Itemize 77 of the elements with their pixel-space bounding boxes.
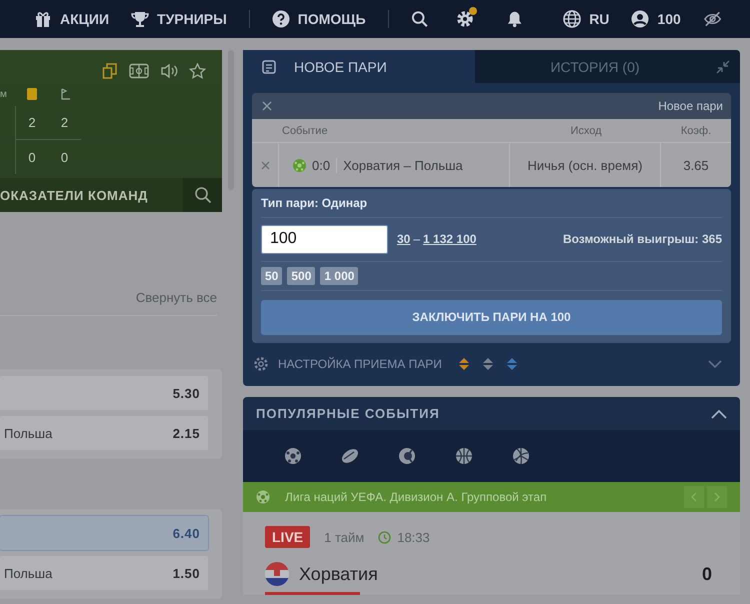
odds-button[interactable]: Польша 2.15 [0,416,208,450]
team-name: Хорватия [299,564,378,584]
search-icon[interactable] [410,10,428,28]
team-score: 0 [702,564,713,584]
card-title: Новое пари [658,99,723,114]
eye-hidden-icon[interactable] [702,10,722,28]
column-header: Событие [281,124,329,137]
place-bet-button[interactable]: ЗАКЛЮЧИТЬ ПАРИ НА 100 [261,300,722,335]
min-stake-link[interactable]: 30 [397,232,410,246]
collapse-arrows-icon[interactable] [715,58,731,75]
soccer-ball-icon [293,159,306,172]
volleyball-icon[interactable] [512,447,530,465]
column-header: м [0,88,8,102]
column-header: Коэф. [680,124,712,137]
league-name: Лига наций УЕФА. Дивизион А. Групповой этап [285,490,547,504]
up-down-arrows-icon[interactable] [506,356,518,372]
match-period: 1 тайм [324,530,364,544]
odds-value: 6.40 [172,526,200,540]
bet-type-label: Тип пари: Одинар [261,194,368,212]
soccer-ball-icon [256,490,270,504]
tennis-ball-icon[interactable] [398,447,416,465]
user-icon [631,10,650,28]
outcome-cell: Ничья (осн. время) [509,143,660,187]
clock-icon [378,530,392,544]
copy-icon[interactable] [102,63,118,79]
hockey-puck-icon[interactable] [341,447,359,465]
possible-win: Возможный выигрыш: 365 [562,232,722,246]
settings-label: НАСТРОЙКА ПРИЕМА ПАРИ [278,357,442,372]
star-icon[interactable] [189,63,206,79]
odds-value: 5.30 [172,386,200,400]
event-name: Хорватия – Польша [343,158,463,174]
score-value: 0 [60,148,70,166]
odds-button[interactable]: Польша 1.50 [0,556,208,590]
odds-button[interactable]: 6.40 [0,516,208,550]
range-dash: – [413,232,420,246]
odds-value: 1.50 [172,566,200,580]
section-title: ПОПУЛЯРНЫЕ СОБЫТИЯ [256,406,440,421]
score-value: 2 [15,106,48,140]
globe-icon [563,10,582,28]
language-selector[interactable]: RU [563,10,610,28]
nav-link[interactable]: АКЦИИ [34,10,110,28]
column-header: Исход [569,124,603,137]
nav-link[interactable]: ТУРНИРЫ [131,10,227,28]
chevron-down-icon[interactable] [708,360,722,369]
flag-icon [265,562,289,586]
stake-input[interactable]: 100 [261,224,388,254]
score-value: 2 [48,106,81,140]
chevron-up-icon[interactable] [711,408,727,418]
basketball-icon[interactable] [455,447,473,465]
outcome-label: Польша [4,426,52,440]
gift-icon [34,10,52,28]
card-icon [26,88,36,100]
gear-icon[interactable] [253,356,269,372]
corner-flag-icon [60,88,70,100]
up-down-arrows-icon[interactable] [482,356,494,372]
coupon-icon [262,60,276,74]
close-icon[interactable] [262,101,272,112]
bell-icon[interactable] [506,10,524,28]
odds-button[interactable]: 5.30 [0,376,208,410]
match-time: 18:33 [397,530,430,544]
match-score: 0:0 [312,158,338,174]
outcome-label: Польша [4,566,52,580]
odds-cell: 3.65 [660,143,731,187]
search-icon[interactable] [194,186,212,204]
sound-icon[interactable] [160,63,178,79]
nav-link[interactable]: ПОМОЩЬ [272,10,366,28]
up-down-arrows-icon[interactable] [458,356,470,372]
soccer-ball-icon[interactable] [284,447,302,465]
field-icon[interactable] [129,63,149,79]
trophy-icon [131,10,150,28]
max-stake-link[interactable]: 1 132 100 [423,232,476,246]
live-badge: LIVE [265,526,310,548]
balance[interactable]: 100 [631,10,681,28]
settings-icon[interactable] [456,10,474,28]
odds-value: 2.15 [172,426,200,440]
help-icon [272,10,290,28]
score-value: 0 [15,140,48,174]
